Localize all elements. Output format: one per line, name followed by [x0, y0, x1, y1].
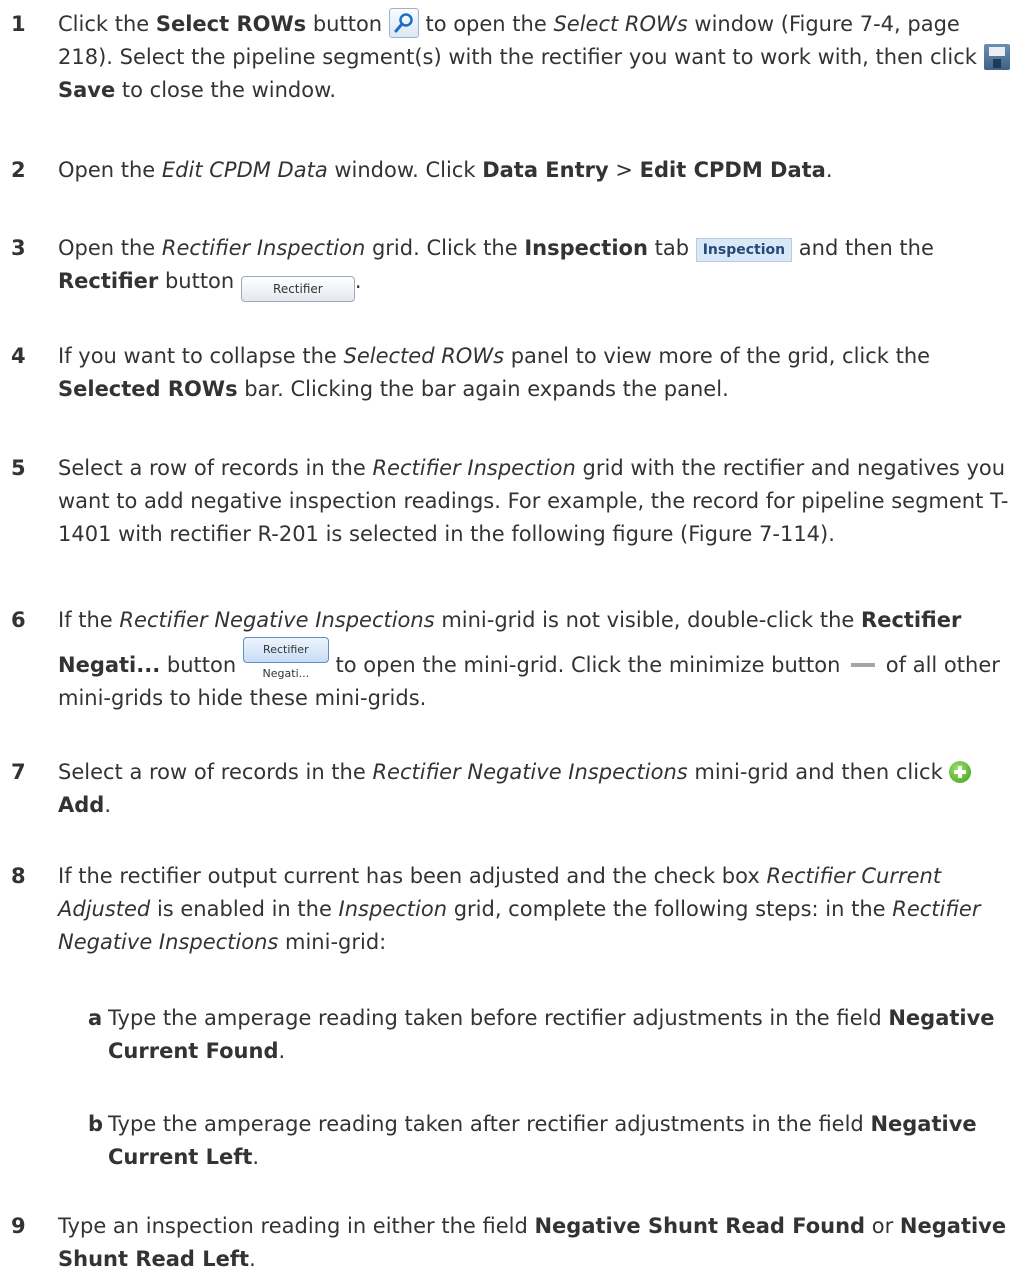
step-number: 9	[11, 1214, 26, 1238]
step-number: 3	[11, 236, 26, 260]
step-number: 7	[11, 760, 26, 784]
step-number: 5	[11, 456, 26, 480]
step-text: Open the Edit CPDM Data window. Click Da…	[58, 158, 833, 182]
step-number: b	[88, 1112, 104, 1136]
step-text: Open the Rectifier Inspection grid. Clic…	[58, 232, 1014, 302]
step-text: If you want to collapse the Selected ROW…	[58, 344, 931, 401]
step-number: 6	[11, 608, 26, 632]
step-text: If the rectifier output current has been…	[58, 864, 981, 954]
step-number: 2	[11, 158, 26, 182]
step-text: Type the amperage reading taken after re…	[108, 1112, 977, 1169]
inspection-tab: Inspection	[695, 238, 793, 262]
step-number: a	[88, 1006, 103, 1030]
step-text: Select a row of records in the Rectifier…	[58, 456, 1009, 546]
add-icon	[949, 761, 972, 783]
instruction-page: 1 Click the Select ROWs button to open t…	[0, 0, 1032, 1280]
step-text: Select a row of records in the Rectifier…	[58, 756, 1014, 822]
step-text: Type an inspection reading in either the…	[58, 1214, 1007, 1271]
step-number: 4	[11, 344, 26, 368]
step-text: If the Rectifier Negative Inspections mi…	[58, 608, 1000, 710]
step-number: 8	[11, 864, 26, 888]
rectifier-button: Rectifier	[240, 276, 355, 302]
step-text: Click the Select ROWs button to open the…	[58, 8, 1014, 107]
step-text: Type the amperage reading taken before r…	[108, 1006, 995, 1063]
select-rows-icon	[388, 8, 419, 38]
minimize-icon	[851, 663, 876, 667]
save-icon	[983, 44, 1010, 70]
step-number: 1	[11, 12, 26, 36]
rectifier-negati-button: Rectifier Negati...	[242, 637, 329, 680]
